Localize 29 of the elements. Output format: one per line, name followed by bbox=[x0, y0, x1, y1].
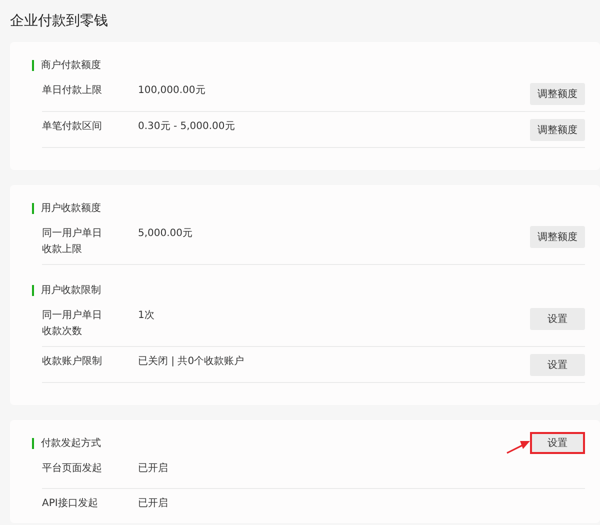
row-value: 已开启 bbox=[138, 462, 169, 476]
section-heading: 商户付款额度 bbox=[41, 58, 101, 72]
row-label: 平台页面发起 bbox=[42, 462, 103, 476]
section-heading: 用户收款额度 bbox=[41, 202, 101, 215]
section-heading: 用户收款限制 bbox=[41, 284, 101, 297]
accent-bar bbox=[32, 60, 34, 70]
row-label: 单日付款上限 bbox=[42, 84, 103, 98]
row-label: 收款账户限制 bbox=[42, 354, 103, 369]
row-value: 100,000.00元 bbox=[138, 84, 206, 98]
row-label: API接口发起 bbox=[42, 496, 99, 511]
accent-bar bbox=[32, 438, 34, 448]
row-value: 1次 bbox=[138, 309, 156, 323]
row-value: 已关闭 | 共0个收款账户 bbox=[138, 354, 246, 369]
row-button[interactable]: 调整额度 bbox=[530, 226, 585, 248]
accent-bar bbox=[32, 202, 34, 214]
row-button[interactable]: 调整额度 bbox=[530, 83, 585, 105]
section-heading: 付款发起方式 bbox=[41, 436, 101, 450]
accent-bar bbox=[32, 284, 34, 296]
page-title: 企业付款到零钱 bbox=[9, 12, 109, 31]
row-label: 同一用户单日收款上限 bbox=[42, 226, 103, 257]
row-button[interactable]: 调整额度 bbox=[530, 119, 585, 141]
row-value: 已开启 bbox=[138, 496, 169, 511]
row-value: 0.30元 - 5,000.00元 bbox=[138, 120, 236, 134]
row-value: 5,000.00元 bbox=[138, 227, 194, 241]
row-button[interactable]: 设置 bbox=[530, 308, 585, 330]
settings-button[interactable]: 设置 bbox=[530, 432, 585, 454]
row-label: 单笔付款区间 bbox=[42, 120, 103, 134]
row-button[interactable]: 设置 bbox=[530, 354, 585, 376]
row-label: 同一用户单日收款次数 bbox=[42, 308, 103, 339]
